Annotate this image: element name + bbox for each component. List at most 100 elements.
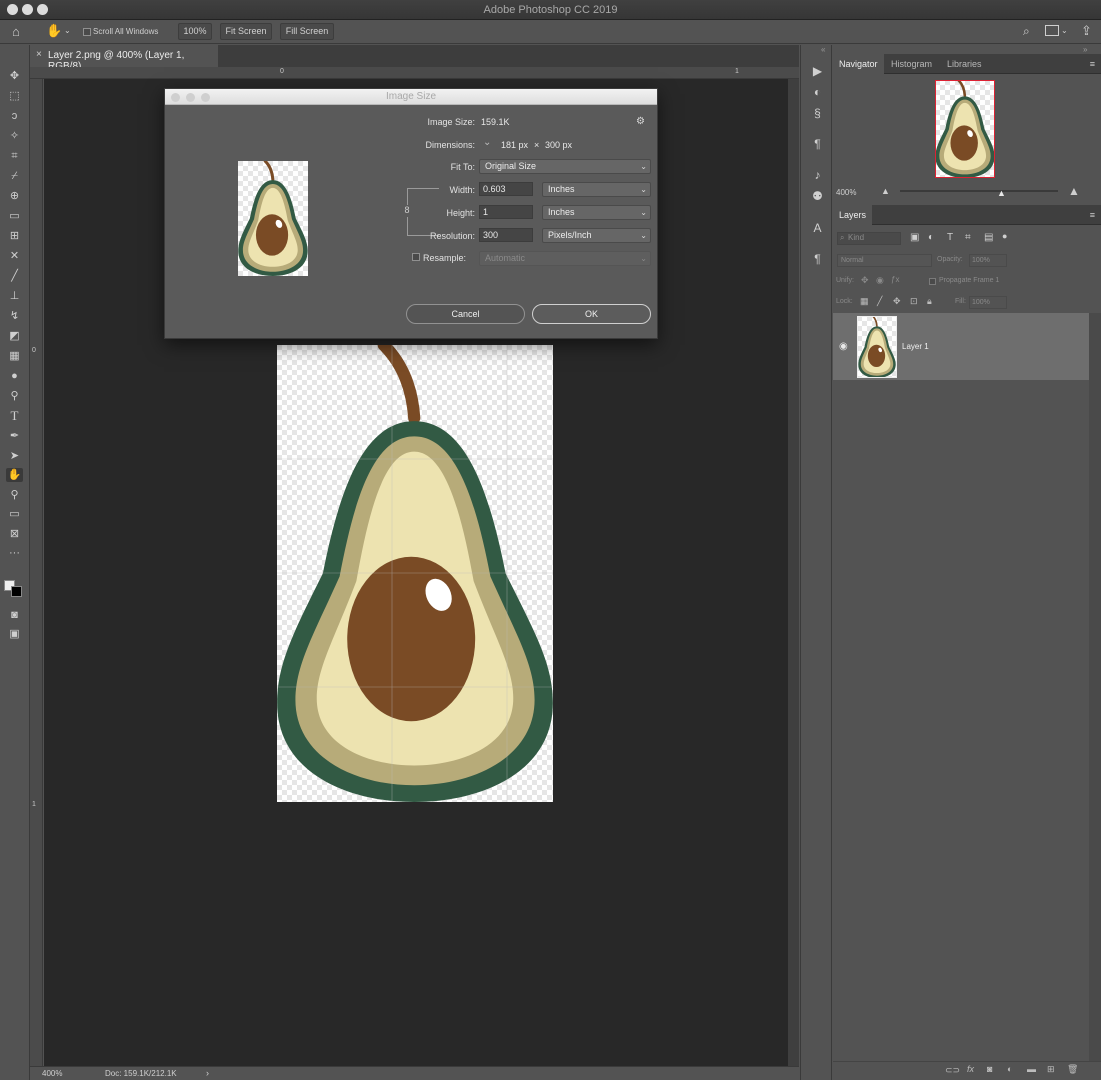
crop-tool-icon[interactable]: ⌗ — [6, 149, 23, 163]
dodge-tool-icon[interactable]: ⚲ — [6, 389, 23, 403]
gear-icon[interactable]: ⚙ — [636, 116, 645, 127]
layer-filter-select[interactable]: ⌕ Kind — [837, 232, 901, 245]
tab-histogram[interactable]: Histogram — [885, 54, 938, 74]
resolution-unit-select[interactable]: Pixels/Inch ⌄ — [542, 228, 651, 243]
brush-settings-icon[interactable]: ♪ — [810, 168, 825, 183]
hand-tool-icon[interactable]: ✋ — [6, 468, 23, 482]
marquee-tool-icon[interactable]: ⬚ — [6, 89, 23, 103]
share-icon[interactable]: ⇪ — [1081, 23, 1092, 39]
layer-name[interactable]: Layer 1 — [902, 342, 929, 351]
dimensions-unit-dropdown-icon[interactable]: ⌄ — [483, 137, 491, 148]
character-icon[interactable]: A — [810, 221, 825, 236]
filter-shape-icon[interactable]: ⌗ — [965, 232, 971, 243]
height-input[interactable]: 1 — [479, 205, 533, 219]
chevron-down-icon[interactable]: ⌄ — [64, 26, 71, 35]
quick-mask-icon[interactable]: ◙ — [6, 608, 23, 622]
fill-screen-button[interactable]: Fill Screen — [280, 23, 334, 40]
background-color-swatch[interactable] — [11, 586, 22, 597]
screen-mode-icon[interactable]: ▣ — [6, 627, 23, 641]
lock-position-icon[interactable]: ✥ — [893, 296, 901, 307]
status-menu-arrow[interactable]: › — [206, 1068, 209, 1078]
blur-tool-icon[interactable]: ● — [6, 369, 23, 383]
link-icon[interactable]: 8 — [402, 205, 412, 217]
frame-tool-icon[interactable]: ⊠ — [6, 527, 23, 541]
document-tab[interactable]: × Layer 2.png @ 400% (Layer 1, RGB/8) — [30, 45, 218, 72]
adjustment-layer-icon[interactable]: ◐ — [1007, 1064, 1012, 1074]
zoom-tool-icon[interactable]: ⚲ — [6, 488, 23, 502]
path-selection-tool-icon[interactable]: ➤ — [6, 449, 23, 463]
filter-adjustment-icon[interactable]: ◐ — [928, 232, 934, 243]
zoom-level[interactable]: 400% — [42, 1069, 62, 1078]
rectangle-tool-icon[interactable]: ▭ — [6, 507, 23, 521]
eyedropper-tool-icon[interactable]: ⌿ — [6, 169, 23, 183]
zoom-100-button[interactable]: 100% — [178, 23, 212, 40]
workspace-icon[interactable] — [1045, 25, 1059, 36]
navigator-zoom-slider[interactable] — [900, 190, 1058, 192]
adjustments-icon[interactable]: ◐ — [810, 85, 825, 100]
layers-scrollbar[interactable] — [1089, 313, 1101, 1063]
height-unit-select[interactable]: Inches ⌄ — [542, 205, 651, 220]
collapse-panels-icon[interactable]: « — [821, 45, 825, 54]
pen-tool-icon[interactable]: ✒ — [6, 429, 23, 443]
resolution-input[interactable]: 300 — [479, 228, 533, 242]
navigator-zoom-value[interactable]: 400% — [836, 188, 856, 197]
close-tab-icon[interactable]: × — [36, 49, 42, 60]
search-icon[interactable]: ⌕ — [1023, 24, 1030, 39]
link-layers-icon[interactable]: ⊂⊃ — [945, 1065, 960, 1076]
eraser-tool-icon[interactable]: ◩ — [6, 329, 23, 343]
lasso-tool-icon[interactable]: ↄ — [6, 109, 23, 123]
patch-tool-icon[interactable]: ⊞ — [6, 229, 23, 243]
layer-style-icon[interactable]: fx — [967, 1064, 974, 1074]
home-icon[interactable]: ⌂ — [12, 24, 20, 39]
gradient-tool-icon[interactable]: ▦ — [6, 349, 23, 363]
magic-wand-tool-icon[interactable]: ✧ — [6, 129, 23, 143]
image-preview[interactable] — [238, 161, 308, 276]
lock-all-icon[interactable]: 🔒︎ — [927, 296, 932, 307]
clone-stamp-tool-icon[interactable]: ⊥ — [6, 289, 23, 303]
panel-menu-icon[interactable]: ≡ — [1090, 59, 1095, 69]
lock-pixels-icon[interactable]: ╱ — [877, 296, 882, 307]
brush-tool-icon[interactable]: ╱ — [6, 269, 23, 283]
delete-layer-icon[interactable]: 🗑︎ — [1067, 1064, 1078, 1075]
fit-screen-button[interactable]: Fit Screen — [220, 23, 272, 40]
zoom-in-icon[interactable]: ▲ — [1068, 184, 1080, 198]
more-tools-icon[interactable]: ··· — [6, 546, 23, 560]
play-actions-icon[interactable]: ▶ — [810, 64, 825, 79]
paragraph-icon[interactable]: ¶ — [810, 137, 825, 152]
lock-transparent-icon[interactable]: ▦ — [860, 296, 869, 307]
lock-artboard-icon[interactable]: ⊡ — [910, 296, 918, 307]
width-input[interactable]: 0.603 — [479, 182, 533, 196]
hand-tool-preset-icon[interactable]: ✋ — [46, 23, 62, 39]
filter-toggle-icon[interactable]: ● — [1002, 231, 1007, 241]
scroll-all-windows-checkbox[interactable] — [83, 28, 91, 36]
clone-source-icon[interactable]: ⚉ — [810, 189, 825, 204]
add-mask-icon[interactable]: ◙ — [987, 1064, 992, 1074]
tab-layers[interactable]: Layers — [833, 205, 873, 225]
bandage-tool-icon[interactable]: ▭ — [6, 209, 23, 223]
resample-checkbox[interactable] — [412, 253, 420, 261]
zoom-out-icon[interactable]: ▲ — [881, 186, 890, 196]
collapse-dock-icon[interactable]: » — [1083, 45, 1087, 54]
history-brush-tool-icon[interactable]: ↯ — [6, 309, 23, 323]
document-canvas[interactable] — [277, 345, 553, 802]
ok-button[interactable]: OK — [532, 304, 651, 324]
history-icon[interactable]: § — [810, 106, 825, 121]
new-group-icon[interactable]: ▬ — [1027, 1064, 1036, 1074]
navigator-thumbnail[interactable] — [935, 80, 995, 178]
fit-to-select[interactable]: Original Size ⌄ — [479, 159, 651, 174]
tab-libraries[interactable]: Libraries — [941, 54, 988, 74]
cancel-button[interactable]: Cancel — [406, 304, 525, 324]
chevron-down-icon[interactable]: ⌄ — [1061, 26, 1068, 35]
paragraph-styles-icon[interactable]: ¶ — [810, 252, 825, 267]
navigator-zoom-slider-thumb[interactable]: ▲ — [997, 188, 1006, 198]
move-tool-icon[interactable]: ✥ — [6, 69, 23, 83]
content-aware-move-tool-icon[interactable]: ✕ — [6, 249, 23, 263]
new-layer-icon[interactable]: ⊞ — [1047, 1064, 1055, 1075]
tab-navigator[interactable]: Navigator — [833, 54, 884, 74]
filter-smart-object-icon[interactable]: ▤ — [984, 232, 993, 243]
healing-brush-tool-icon[interactable]: ⊕ — [6, 189, 23, 203]
filter-pixel-icon[interactable]: ▣ — [910, 232, 919, 243]
vertical-scrollbar[interactable] — [788, 79, 799, 1067]
type-tool-icon[interactable]: T — [6, 409, 23, 423]
width-unit-select[interactable]: Inches ⌄ — [542, 182, 651, 197]
